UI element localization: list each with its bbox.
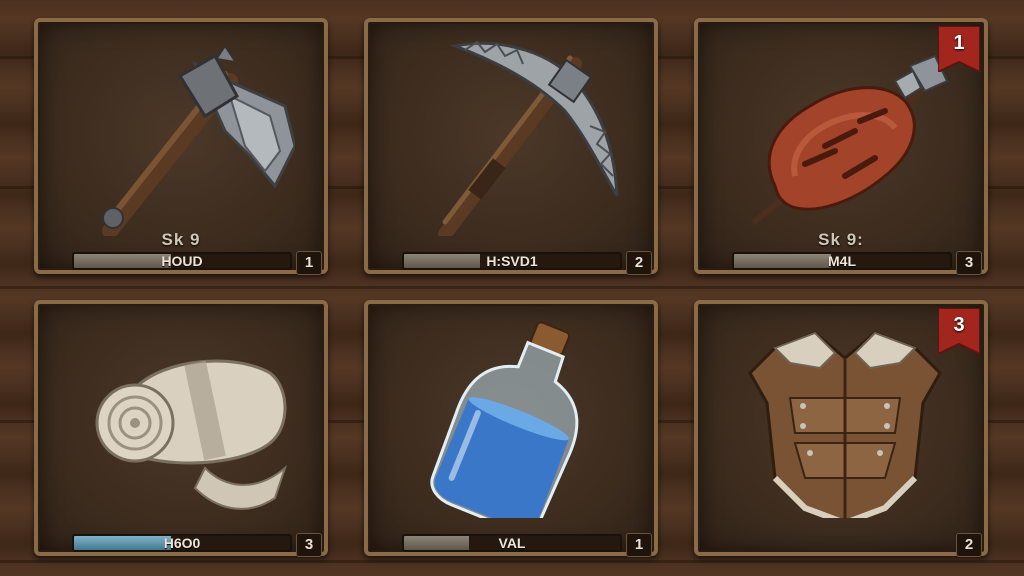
item-count: 2 <box>626 251 652 275</box>
item-count: 3 <box>956 251 982 275</box>
inventory-slot-bandage[interactable]: H6O0 3 <box>34 300 328 557</box>
item-count: 2 <box>956 533 982 557</box>
roasted-meat-icon <box>752 54 949 224</box>
durability-bar: M4L <box>732 252 952 270</box>
durability-bar: HOUD <box>72 252 292 270</box>
inventory-slot-axe[interactable]: Sk 9 HOUD 1 <box>34 18 328 275</box>
bandage-roll-icon <box>95 359 288 510</box>
durability-label: M4L <box>828 253 856 269</box>
stone-axe-icon <box>102 44 295 236</box>
water-bottle-icon <box>430 321 579 518</box>
pickaxe-icon <box>438 40 619 236</box>
item-count: 3 <box>296 533 322 557</box>
item-stat: Sk 9 <box>161 230 201 249</box>
slot-badge: 1 <box>938 26 980 72</box>
inventory-slot-meat[interactable]: 1 Sk 9: M4L 3 <box>694 18 988 275</box>
durability-bar: H6O0 <box>72 534 292 552</box>
durability-label: VAL <box>498 535 526 551</box>
durability-label: H:SVD1 <box>486 253 538 269</box>
durability-label: HOUD <box>161 253 203 269</box>
inventory-slot-pickaxe[interactable]: H:SVD1 2 <box>364 18 658 275</box>
durability-bar: VAL <box>402 534 622 552</box>
inventory-board: Sk 9 HOUD 1 H:SVD1 2 1 Sk 9: M4L 3 H6O0 … <box>0 0 1024 576</box>
item-count: 1 <box>626 533 652 557</box>
slot-badge-number: 3 <box>953 314 965 336</box>
slot-badge-number: 1 <box>953 32 965 54</box>
leather-armor-icon <box>748 331 942 518</box>
item-stat: Sk 9: <box>818 230 864 249</box>
durability-label: H6O0 <box>163 535 201 551</box>
plank-seam <box>0 286 1024 289</box>
slot-badge: 3 <box>938 308 980 354</box>
durability-bar: H:SVD1 <box>402 252 622 270</box>
plank-seam <box>0 560 1024 563</box>
inventory-slot-leather-armor[interactable]: 3 2 <box>694 300 988 557</box>
item-count: 1 <box>296 251 322 275</box>
inventory-slot-water-bottle[interactable]: VAL 1 <box>364 300 658 557</box>
